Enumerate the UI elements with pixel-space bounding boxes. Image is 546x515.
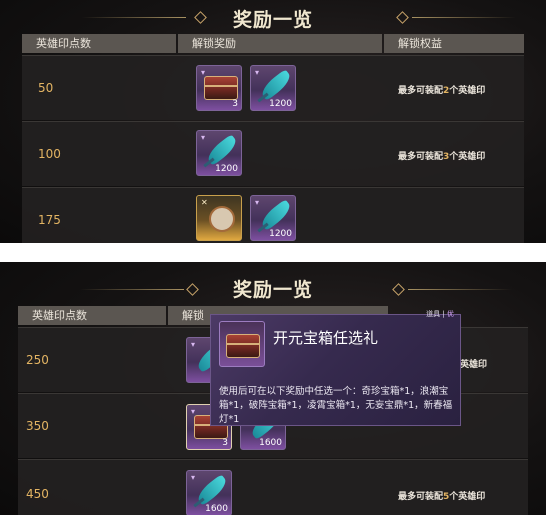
header-rewards: 解锁奖励 [178,34,382,53]
treasure-chest-icon [226,334,260,358]
header-benefits: 解锁权益 [384,34,524,53]
item-type-tag: 道具 | 优 [426,310,454,318]
benefit-text: 最多可装配5个英雄印 [398,492,486,502]
item-count: 3 [222,438,228,448]
rewards-panel-top: 奖励一览 英雄印点数 解锁奖励 解锁权益 50 ▾ 3 ▾ 1200 最多可装配… [0,0,546,243]
item-count: 1200 [215,164,238,174]
tooltip-title: 开元宝箱任选礼 [273,329,379,347]
item-count: 3 [232,99,238,109]
table-row: 175 ✕ ▾ 1200 [22,187,524,243]
points-value: 250 [26,353,49,367]
benefit-text: 英雄印 [460,360,488,370]
reward-item[interactable]: ✕ [196,195,242,241]
header-points: 英雄印点数 [22,34,176,53]
tooltip-description: 使用后可在以下奖励中任选一个：奇珍宝箱*1，浪潮宝箱*1，破阵宝箱*1，凌霄宝箱… [219,386,453,425]
points-value: 350 [26,419,49,433]
item-count: 1600 [259,438,282,448]
table-row: 100 ▾ 1200 最多可装配3个英雄印 [22,121,524,186]
quality-icon: ▾ [191,340,196,349]
title-divider-right [408,289,512,290]
quality-icon: ▾ [191,473,196,482]
reward-item[interactable]: ▾ 1600 [186,470,232,515]
page-title: 奖励一览 [232,9,313,31]
reward-item[interactable]: ▾ 1200 [250,65,296,111]
reward-item[interactable]: ▾ 1200 [196,130,242,176]
tooltip-item-image [219,321,265,367]
quality-icon: ▾ [255,68,260,77]
item-tooltip: 开元宝箱任选礼 道具 | 优 使用后可在以下奖励中任选一个：奇珍宝箱*1，浪潮宝… [210,310,461,426]
item-count: 1600 [205,504,228,514]
scroll-icon [209,206,235,232]
quality-icon: ▾ [255,198,260,207]
header-points: 英雄印点数 [18,306,166,325]
treasure-chest-icon [204,76,238,100]
table-row: 50 ▾ 3 ▾ 1200 最多可装配2个英雄印 [22,55,524,120]
title-divider-right [412,17,516,18]
quality-icon: ▾ [201,133,206,142]
points-value: 175 [38,213,61,227]
table-header: 英雄印点数 解锁奖励 解锁权益 [22,34,524,53]
table-row: 450 ▾ 1600 最多可装配5个英雄印 [18,459,528,515]
quality-icon: ✕ [201,198,208,207]
points-value: 50 [38,81,54,95]
benefit-text: 最多可装配3个英雄印 [398,152,486,162]
reward-item[interactable]: ▾ 3 [196,65,242,111]
reward-item[interactable]: ▾ 1200 [250,195,296,241]
item-count: 1200 [269,229,292,239]
benefit-text: 最多可装配2个英雄印 [398,86,486,96]
points-value: 450 [26,487,49,501]
points-value: 100 [38,147,61,161]
item-count: 1200 [269,99,292,109]
